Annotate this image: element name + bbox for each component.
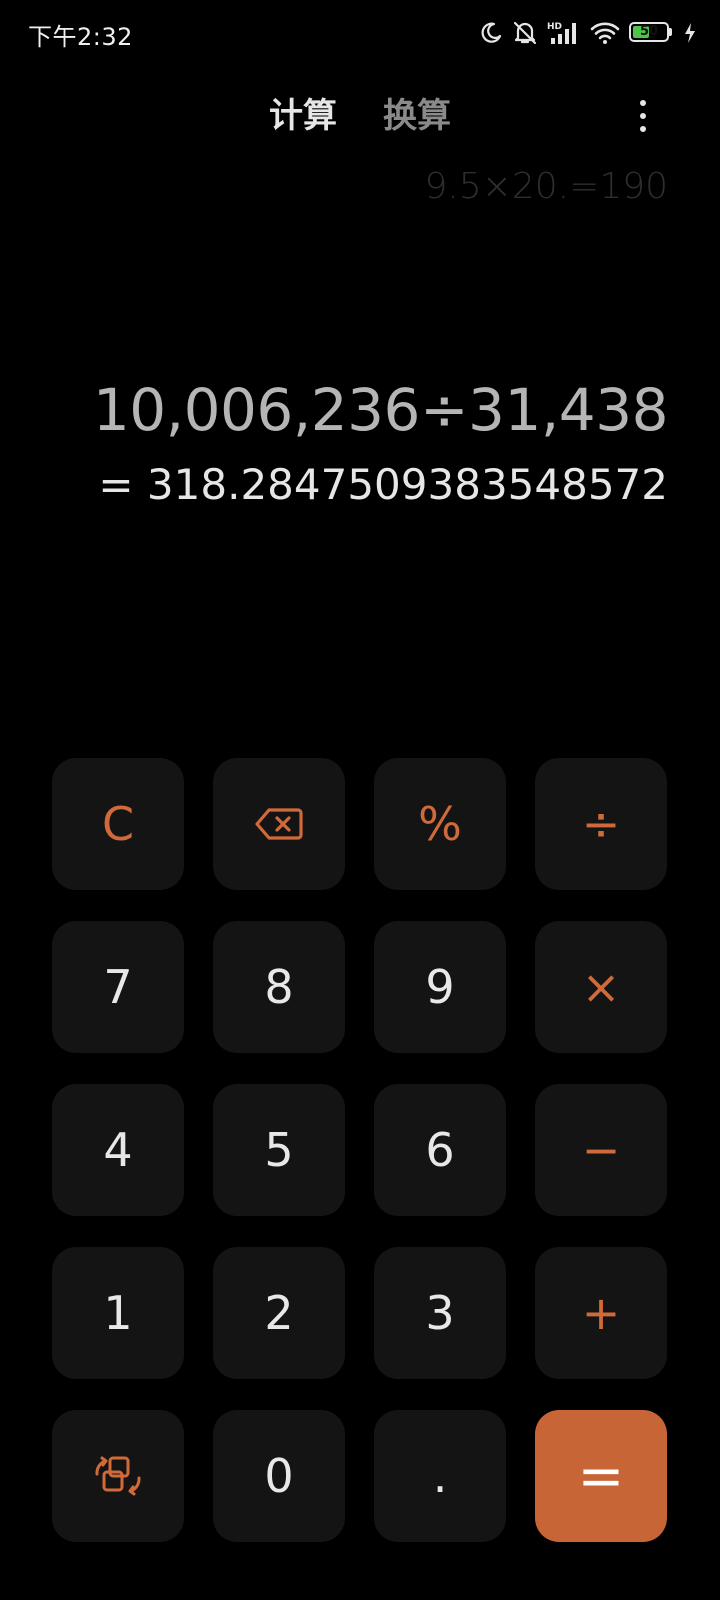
equals-button[interactable]: = <box>535 1410 667 1542</box>
backspace-button[interactable] <box>213 758 345 890</box>
plus-button[interactable]: + <box>535 1247 667 1379</box>
minus-button[interactable]: − <box>535 1084 667 1216</box>
battery-icon: 50 <box>629 22 675 44</box>
digit-4-button[interactable]: 4 <box>52 1084 184 1216</box>
digit-9-button[interactable]: 9 <box>374 921 506 1053</box>
digit-0-button[interactable]: 0 <box>213 1410 345 1542</box>
backspace-icon <box>255 807 303 841</box>
status-bar: 下午2:32 HD 50 <box>0 0 720 66</box>
divide-button[interactable]: ÷ <box>535 758 667 890</box>
digit-2-button[interactable]: 2 <box>213 1247 345 1379</box>
battery-cap <box>669 28 672 36</box>
keypad: C % ÷ 7 8 9 × 4 5 6 − 1 2 3 + 0 . = <box>52 758 668 1542</box>
digit-1-button[interactable]: 1 <box>52 1247 184 1379</box>
moon-icon <box>479 21 503 45</box>
switch-mode-icon <box>92 1450 144 1502</box>
percent-button[interactable]: % <box>374 758 506 890</box>
decimal-button[interactable]: . <box>374 1410 506 1542</box>
hd-signal-icon: HD <box>547 20 581 46</box>
charging-bolt-icon <box>684 23 696 43</box>
digit-3-button[interactable]: 3 <box>374 1247 506 1379</box>
clear-button[interactable]: C <box>52 758 184 890</box>
multiply-button[interactable]: × <box>535 921 667 1053</box>
history-line[interactable]: 9.5×20.=190 <box>424 166 668 207</box>
result-display: = 318.2847509383548572 <box>98 460 668 509</box>
digit-8-button[interactable]: 8 <box>213 921 345 1053</box>
status-icons: HD 50 <box>479 16 696 50</box>
digit-5-button[interactable]: 5 <box>213 1084 345 1216</box>
switch-mode-button[interactable] <box>52 1410 184 1542</box>
expression-display: 10,006,236÷31,438 <box>92 376 669 444</box>
digit-6-button[interactable]: 6 <box>374 1084 506 1216</box>
svg-text:HD: HD <box>547 22 562 32</box>
bell-off-icon <box>512 20 538 46</box>
tab-calculate[interactable]: 计算 <box>269 88 337 144</box>
battery-level: 50 <box>639 24 659 39</box>
digit-7-button[interactable]: 7 <box>52 921 184 1053</box>
more-vertical-icon[interactable] <box>628 96 658 136</box>
tab-convert[interactable]: 换算 <box>383 88 451 144</box>
mode-tabs: 计算 换算 <box>0 88 720 144</box>
status-time: 下午2:32 <box>28 23 133 51</box>
wifi-icon <box>590 21 620 45</box>
